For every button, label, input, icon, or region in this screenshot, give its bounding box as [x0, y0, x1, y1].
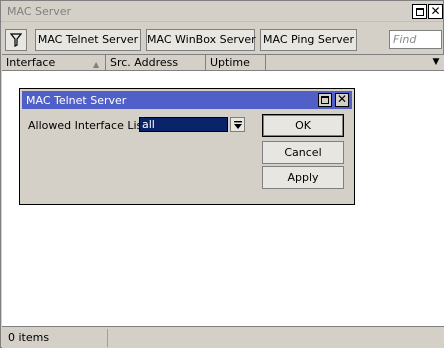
restore-icon	[321, 96, 329, 104]
column-interface-label: Interface	[6, 56, 56, 69]
window-titlebar[interactable]: MAC Server ✕	[1, 1, 443, 22]
toolbar: MAC Telnet Server MAC WinBox Server MAC …	[1, 23, 443, 53]
dropdown-arrow-icon	[234, 121, 242, 129]
ok-button[interactable]: OK	[262, 114, 344, 137]
column-src-address-label: Src. Address	[110, 56, 179, 69]
allowed-interface-list-label: Allowed Interface List	[28, 119, 147, 132]
apply-button[interactable]: Apply	[262, 166, 344, 189]
column-uptime-label: Uptime	[210, 56, 250, 69]
column-chooser-dropdown-icon[interactable]: ▼	[430, 56, 442, 69]
cancel-button[interactable]: Cancel	[262, 141, 344, 164]
restore-icon	[416, 8, 424, 16]
mac-ping-server-button[interactable]: MAC Ping Server	[260, 29, 357, 51]
mac-telnet-server-dialog: MAC Telnet Server ✕ Allowed Interface Li…	[19, 88, 355, 205]
close-icon: ✕	[430, 4, 441, 18]
window-title: MAC Server	[7, 5, 72, 18]
column-src-address[interactable]: Src. Address	[106, 55, 206, 70]
status-divider	[107, 329, 108, 347]
close-icon: ✕	[336, 92, 348, 106]
dialog-restore-button[interactable]	[318, 93, 332, 107]
allowed-interface-list-select[interactable]: all	[139, 117, 228, 132]
column-interface[interactable]: Interface ▲	[2, 55, 106, 70]
sort-ascending-icon: ▲	[93, 60, 100, 69]
filter-icon	[10, 33, 22, 47]
status-bar: 0 items	[2, 326, 444, 348]
mac-winbox-server-button[interactable]: MAC WinBox Server	[146, 29, 256, 51]
item-count: 0 items	[8, 331, 50, 344]
restore-button[interactable]	[412, 4, 427, 19]
find-input[interactable]: Find	[389, 30, 442, 49]
filter-button[interactable]	[5, 29, 27, 51]
close-button[interactable]: ✕	[428, 4, 443, 19]
allowed-interface-list-dropdown-button[interactable]	[230, 117, 245, 132]
table-header: Interface ▲ Src. Address Uptime ▼	[2, 54, 444, 71]
mac-telnet-server-button[interactable]: MAC Telnet Server	[35, 29, 141, 51]
dialog-close-button[interactable]: ✕	[335, 93, 349, 107]
column-uptime[interactable]: Uptime	[206, 55, 266, 70]
dialog-titlebar[interactable]: MAC Telnet Server ✕	[22, 91, 352, 109]
dialog-title: MAC Telnet Server	[26, 94, 127, 107]
